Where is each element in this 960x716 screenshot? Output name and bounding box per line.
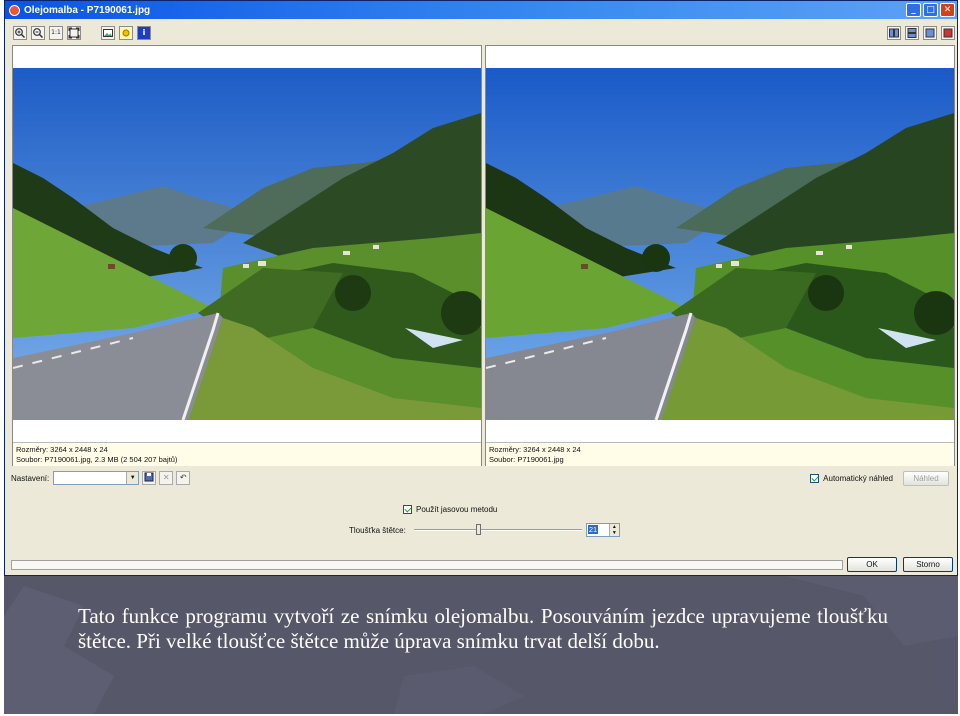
highlight-icon[interactable]: [119, 26, 133, 40]
progress-bar: [11, 560, 843, 570]
toolbar: 1:1 i: [5, 21, 957, 45]
luminance-method-checkbox[interactable]: [403, 505, 412, 514]
caption-text: Tato funkce programu vytvoří ze snímku o…: [78, 604, 888, 653]
original-file-info: Soubor: P7190061.jpg, 2.3 MB (2 504 207 …: [16, 455, 178, 464]
auto-preview-row: Automatický náhled Náhled: [810, 471, 949, 486]
preview-photo[interactable]: [486, 68, 954, 420]
auto-preview-label: Automatický náhled: [823, 474, 893, 483]
original-photo[interactable]: [13, 68, 481, 420]
close-button[interactable]: ✕: [940, 3, 955, 17]
maximize-button[interactable]: □: [923, 3, 938, 17]
brush-thickness-slider[interactable]: [413, 523, 582, 537]
slider-thumb[interactable]: [475, 524, 481, 535]
ok-button[interactable]: OK: [847, 557, 897, 572]
info-icon[interactable]: i: [137, 26, 151, 40]
spinner-arrows-icon[interactable]: ▲ ▼: [608, 524, 619, 536]
cancel-button[interactable]: Storno: [903, 557, 953, 572]
settings-row: Nastavení: ▼ ✕ ↶: [11, 469, 191, 487]
preview-button[interactable]: Náhled: [903, 471, 949, 486]
minimize-button[interactable]: _: [906, 3, 921, 17]
brush-thickness-row: Tloušťka štětce: 21 ▲ ▼: [349, 523, 620, 537]
title-bar[interactable]: Olejomalba - P7190061.jpg _ □ ✕: [5, 1, 957, 19]
original-dimensions: Rozměry: 3264 x 2448 x 24: [16, 445, 108, 454]
zoom-in-icon[interactable]: [13, 26, 27, 40]
split-vertical-icon[interactable]: [887, 26, 901, 40]
brush-thickness-label: Tloušťka štětce:: [349, 525, 406, 535]
preview-dimensions: Rozměry: 3264 x 2448 x 24: [489, 445, 581, 454]
fit-window-icon[interactable]: [67, 26, 81, 40]
settings-select[interactable]: ▼: [53, 471, 140, 485]
preview-only-icon[interactable]: [941, 26, 955, 40]
original-image-info: Rozměry: 3264 x 2448 x 24 Soubor: P71900…: [13, 442, 481, 466]
image-icon[interactable]: [101, 26, 115, 40]
oil-painting-dialog: Olejomalba - P7190061.jpg _ □ ✕ 1:1 i Ro…: [4, 0, 958, 576]
zoom-out-icon[interactable]: [31, 26, 45, 40]
actual-size-icon[interactable]: 1:1: [49, 26, 63, 40]
single-view-icon[interactable]: [923, 26, 937, 40]
luminance-method-label: Použít jasovou metodu: [416, 505, 498, 514]
undo-icon[interactable]: ↶: [176, 471, 191, 485]
window-title: Olejomalba - P7190061.jpg: [24, 4, 151, 16]
delete-icon[interactable]: ✕: [159, 471, 174, 485]
luminance-method-row: Použít jasovou metodu: [403, 505, 497, 514]
save-icon[interactable]: [142, 471, 157, 485]
brush-thickness-spinner[interactable]: 21 ▲ ▼: [585, 523, 620, 537]
app-icon: [9, 4, 20, 16]
slide-caption-area: Tato funkce programu vytvoří ze snímku o…: [4, 576, 958, 714]
preview-image-info: Rozměry: 3264 x 2448 x 24 Soubor: P71900…: [486, 442, 954, 466]
auto-preview-checkbox[interactable]: [810, 474, 820, 483]
preview-file-info: Soubor: P7190061.jpg: [489, 455, 564, 464]
preview-image-panel: Rozměry: 3264 x 2448 x 24 Soubor: P71900…: [485, 45, 955, 466]
original-image-panel: Rozměry: 3264 x 2448 x 24 Soubor: P71900…: [12, 45, 482, 466]
split-horizontal-icon[interactable]: [905, 26, 919, 40]
brush-thickness-value[interactable]: 21: [587, 525, 599, 534]
slider-track: [413, 529, 582, 531]
chevron-down-icon[interactable]: ▼: [126, 472, 139, 484]
settings-label: Nastavení:: [11, 473, 50, 483]
slide: Olejomalba - P7190061.jpg _ □ ✕ 1:1 i Ro…: [0, 0, 960, 716]
